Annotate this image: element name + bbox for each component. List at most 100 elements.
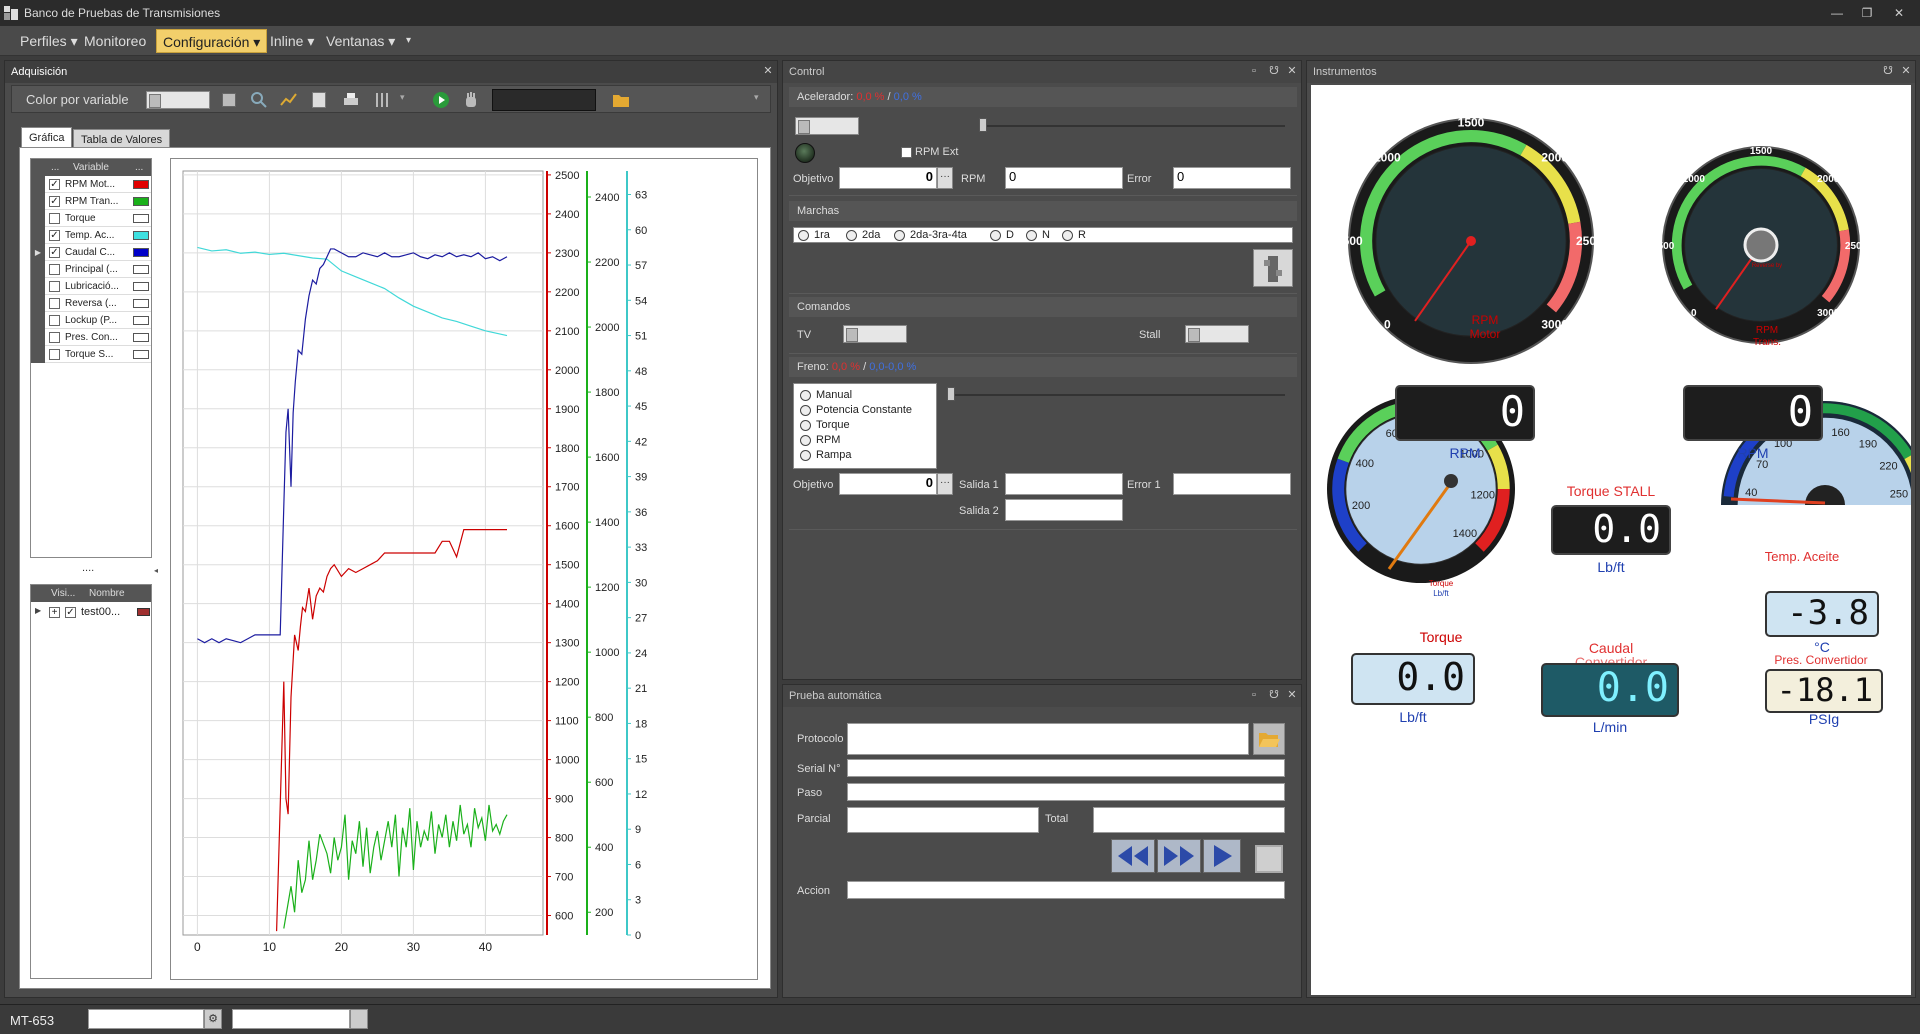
auto-pin-icon[interactable]: ☋ bbox=[1267, 688, 1281, 702]
splitter-dots[interactable]: .... bbox=[82, 562, 94, 574]
color-toggle[interactable] bbox=[146, 91, 210, 109]
toolbar-overflow-icon[interactable]: ▾ bbox=[754, 92, 759, 103]
objetivo2-ellipsis-button[interactable]: ··· bbox=[937, 473, 953, 495]
columns-icon[interactable] bbox=[374, 91, 392, 109]
tab-grafica[interactable]: Gráfica bbox=[21, 127, 73, 147]
play-icon[interactable] bbox=[432, 91, 450, 109]
variable-row[interactable]: Torque S... bbox=[31, 346, 151, 363]
total-input[interactable] bbox=[1093, 807, 1285, 833]
objetivo-ellipsis-button[interactable]: ··· bbox=[937, 167, 953, 189]
variable-checkbox[interactable]: ✓ bbox=[49, 179, 60, 190]
serial-input[interactable] bbox=[847, 759, 1285, 777]
gear-radio[interactable] bbox=[990, 230, 1001, 241]
parcial-input[interactable] bbox=[847, 807, 1039, 833]
minimize-icon[interactable]: — bbox=[1828, 4, 1846, 22]
row-selector[interactable] bbox=[31, 346, 45, 363]
variable-row[interactable]: Pres. Con... bbox=[31, 329, 151, 346]
row-selector[interactable] bbox=[31, 176, 45, 193]
folder-icon[interactable] bbox=[612, 92, 630, 108]
row-selector[interactable] bbox=[31, 227, 45, 244]
variable-row[interactable]: Lockup (P... bbox=[31, 312, 151, 329]
row-selector[interactable] bbox=[31, 278, 45, 295]
acelerador-slider[interactable] bbox=[979, 125, 1285, 127]
menu-perfiles[interactable]: Perfiles ▾ bbox=[14, 29, 84, 53]
settings-icon[interactable]: ⚙ bbox=[204, 1009, 222, 1029]
row-selector[interactable] bbox=[31, 329, 45, 346]
freno-mode-radio[interactable] bbox=[800, 390, 811, 401]
status-input-2[interactable] bbox=[232, 1009, 350, 1029]
stop-button[interactable] bbox=[1255, 845, 1283, 873]
collapse-arrow-icon[interactable]: ◂ bbox=[154, 566, 158, 576]
freno-mode-radio[interactable] bbox=[800, 420, 811, 431]
variable-checkbox[interactable] bbox=[49, 298, 60, 309]
row-selector[interactable] bbox=[31, 295, 45, 312]
error1-input[interactable] bbox=[1173, 473, 1291, 495]
variable-checkbox[interactable] bbox=[49, 264, 60, 275]
variable-row[interactable]: ✓ RPM Tran... bbox=[31, 193, 151, 210]
accion-input[interactable] bbox=[847, 881, 1285, 899]
salida1-input[interactable] bbox=[1005, 473, 1123, 495]
variable-checkbox[interactable] bbox=[49, 332, 60, 343]
print-icon[interactable] bbox=[342, 91, 360, 109]
error-input[interactable]: 0 bbox=[1173, 167, 1291, 189]
freno-mode-radio[interactable] bbox=[800, 405, 811, 416]
objetivo2-input[interactable]: 0 bbox=[839, 473, 937, 495]
freno-mode-radio[interactable] bbox=[800, 435, 811, 446]
instr-close-icon[interactable]: ✕ bbox=[1899, 64, 1913, 78]
menu-ventanas[interactable]: Ventanas ▾ bbox=[320, 29, 401, 53]
float-icon[interactable]: ▫ bbox=[1247, 64, 1261, 78]
rewind-button[interactable] bbox=[1111, 839, 1155, 873]
variable-row[interactable]: ✓ RPM Mot... bbox=[31, 176, 151, 193]
variable-checkbox[interactable] bbox=[49, 213, 60, 224]
freno-mode-radio[interactable] bbox=[800, 450, 811, 461]
config-icon[interactable] bbox=[222, 93, 236, 107]
freno-slider-thumb[interactable] bbox=[947, 387, 955, 401]
document-icon[interactable] bbox=[312, 92, 326, 108]
gear-radio[interactable] bbox=[798, 230, 809, 241]
variable-row[interactable]: Torque bbox=[31, 210, 151, 227]
variable-checkbox[interactable]: ✓ bbox=[49, 230, 60, 241]
variable-row[interactable]: Lubricació... bbox=[31, 278, 151, 295]
variable-row[interactable]: ▶ ✓ Caudal C... bbox=[31, 244, 151, 261]
menu-overflow[interactable]: ▾ bbox=[400, 29, 417, 53]
file-row[interactable]: ▶ + ✓ test00... bbox=[31, 603, 151, 621]
row-selector[interactable] bbox=[31, 210, 45, 227]
variable-row[interactable]: ✓ Temp. Ac... bbox=[31, 227, 151, 244]
protocolo-input[interactable] bbox=[847, 723, 1249, 755]
rpm-input[interactable]: 0 bbox=[1005, 167, 1123, 189]
auto-float-icon[interactable]: ▫ bbox=[1247, 688, 1261, 702]
restore-icon[interactable]: ❐ bbox=[1858, 4, 1876, 22]
variable-checkbox[interactable] bbox=[49, 315, 60, 326]
objetivo-input[interactable]: 0 bbox=[839, 167, 937, 189]
gear-radio[interactable] bbox=[1062, 230, 1073, 241]
freno-slider[interactable] bbox=[949, 394, 1285, 396]
menu-configuracion[interactable]: Configuración ▾ bbox=[156, 29, 268, 53]
variable-checkbox[interactable] bbox=[49, 281, 60, 292]
toolbar-dropdown-icon[interactable]: ▾ bbox=[400, 92, 405, 103]
row-selector[interactable] bbox=[31, 261, 45, 278]
hand-icon[interactable] bbox=[462, 91, 480, 109]
pin-icon[interactable]: ☋ bbox=[1267, 64, 1281, 78]
gear-radio[interactable] bbox=[894, 230, 905, 241]
protocolo-browse-button[interactable] bbox=[1253, 723, 1285, 755]
gear-radio[interactable] bbox=[1026, 230, 1037, 241]
attachment-icon[interactable] bbox=[350, 1009, 368, 1029]
file-visible-checkbox[interactable]: ✓ bbox=[65, 607, 76, 618]
stall-toggle[interactable] bbox=[1185, 325, 1249, 343]
zoom-icon[interactable] bbox=[250, 91, 268, 109]
status-input-1[interactable] bbox=[88, 1009, 204, 1029]
chart-icon[interactable] bbox=[280, 91, 298, 109]
tv-toggle[interactable] bbox=[843, 325, 907, 343]
tab-tabla-valores[interactable]: Tabla de Valores bbox=[73, 129, 171, 149]
rpm-ext-checkbox[interactable] bbox=[901, 147, 912, 158]
menu-monitoreo[interactable]: Monitoreo bbox=[78, 29, 152, 53]
variable-row[interactable]: Reversa (... bbox=[31, 295, 151, 312]
instr-pin-icon[interactable]: ☋ bbox=[1881, 64, 1895, 78]
gear-radio[interactable] bbox=[846, 230, 857, 241]
variable-checkbox[interactable] bbox=[49, 349, 60, 360]
play-button[interactable] bbox=[1203, 839, 1241, 873]
close-icon[interactable]: ✕ bbox=[1890, 4, 1908, 22]
line-chart[interactable]: 0 10 20 30 406007008009001000110012001300140… bbox=[171, 159, 757, 979]
auto-close-icon[interactable]: ✕ bbox=[1285, 688, 1299, 702]
menu-inline[interactable]: Inline ▾ bbox=[264, 29, 320, 53]
